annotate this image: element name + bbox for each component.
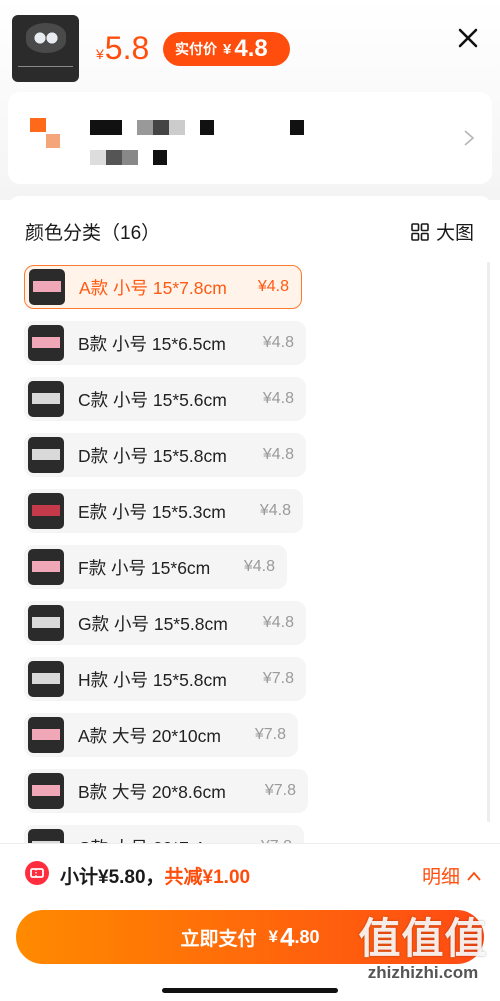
watermark-logo: 值值值 <box>358 915 488 962</box>
subtotal-amount: 小计¥5.80， <box>60 867 165 888</box>
option-name: H款 小号 15*5.8cm <box>78 669 227 690</box>
option-name: B款 小号 15*6.5cm <box>78 333 226 354</box>
option-price: ¥4.8 <box>262 334 294 351</box>
close-button[interactable] <box>454 24 482 52</box>
option-price: ¥7.8 <box>262 670 294 687</box>
option-price: ¥4.8 <box>259 502 291 519</box>
option-item[interactable]: A款 大号 20*10cm ¥7.8 <box>24 713 298 757</box>
price-detail-button[interactable]: 明细 <box>422 862 482 889</box>
discount-amount: 共减¥1.00 <box>164 867 251 888</box>
option-thumbnail <box>28 605 64 641</box>
option-thumbnail <box>28 381 64 417</box>
address-chevron-right-icon <box>462 128 476 148</box>
section-title: 颜色分类（16） <box>25 223 161 244</box>
price-detail-label: 明细 <box>422 867 461 888</box>
pay-now-label: 立即支付 <box>180 928 257 950</box>
option-thumbnail <box>28 773 64 809</box>
redacted-block <box>169 120 185 135</box>
option-price: ¥7.8 <box>264 782 296 799</box>
option-thumbnail <box>28 493 64 529</box>
actual-price-currency: ¥ <box>223 40 232 58</box>
option-item[interactable]: A款 小号 15*7.8cm ¥4.8 <box>24 265 302 309</box>
option-price: ¥4.8 <box>262 390 294 407</box>
option-item[interactable]: D款 小号 15*5.8cm ¥4.8 <box>24 433 306 477</box>
redacted-block <box>137 120 153 135</box>
big-view-label: 大图 <box>436 223 475 244</box>
actual-price-value: 4.8 <box>234 35 268 62</box>
option-name: B款 大号 20*8.6cm <box>78 781 226 802</box>
option-thumbnail <box>28 717 64 753</box>
actual-price-label: 实付价 <box>175 41 217 57</box>
option-price: ¥7.8 <box>254 726 286 743</box>
option-price: ¥4.8 <box>262 446 294 463</box>
option-thumbnail <box>28 437 64 473</box>
home-indicator <box>162 988 338 993</box>
redacted-block <box>290 120 304 135</box>
watermark: 值值值 zhizhizhi.com <box>350 915 496 995</box>
option-name: A款 小号 15*7.8cm <box>79 277 227 298</box>
option-name: G款 小号 15*5.8cm <box>78 613 228 634</box>
option-thumbnail <box>29 269 65 305</box>
coupon-ticket-icon <box>24 860 50 886</box>
subtotal-text: 小计¥5.80，共减¥1.00 <box>60 862 250 889</box>
redacted-block <box>106 150 122 165</box>
original-price: ¥ 5.8 <box>96 30 149 74</box>
redacted-block <box>153 150 167 165</box>
option-item[interactable]: E款 小号 15*5.3cm ¥4.8 <box>24 489 303 533</box>
option-price: ¥4.8 <box>262 614 294 631</box>
address-card[interactable] <box>8 92 492 184</box>
redacted-block <box>200 120 214 135</box>
option-name: D款 小号 15*5.8cm <box>78 445 227 466</box>
product-caption-line <box>18 66 73 76</box>
option-price: ¥4.8 <box>243 558 275 575</box>
option-name: C款 小号 15*5.6cm <box>78 389 227 410</box>
close-icon <box>458 28 478 48</box>
pay-now-decimal: .80 <box>294 926 320 947</box>
option-thumbnail <box>28 661 64 697</box>
option-item[interactable]: H款 小号 15*5.8cm ¥7.8 <box>24 657 306 701</box>
option-thumbnail <box>28 549 64 585</box>
redacted-block <box>90 150 106 165</box>
pay-now-integer: 4 <box>279 921 295 952</box>
price-value: 5.8 <box>104 30 150 66</box>
redacted-block <box>153 120 169 135</box>
product-thumbnail[interactable] <box>12 15 79 82</box>
options-scrollbar[interactable] <box>487 262 490 822</box>
option-item[interactable]: F款 小号 15*6cm ¥4.8 <box>24 545 287 589</box>
price-currency: ¥ <box>96 46 104 62</box>
address-location-icon-part <box>46 134 60 148</box>
product-art <box>26 23 66 53</box>
redacted-block <box>90 120 122 135</box>
grid-icon <box>411 222 429 241</box>
option-item[interactable]: B款 小号 15*6.5cm ¥4.8 <box>24 321 306 365</box>
chevron-up-icon <box>467 871 481 881</box>
option-name: F款 小号 15*6cm <box>78 557 211 578</box>
option-name: E款 小号 15*5.3cm <box>78 501 226 522</box>
actual-price-badge: 实付价 ¥ 4.8 <box>163 32 290 66</box>
option-price: ¥4.8 <box>257 278 289 295</box>
pay-now-currency: ¥ <box>268 927 278 946</box>
big-view-button[interactable]: 大图 <box>410 218 474 245</box>
option-item[interactable]: B款 大号 20*8.6cm ¥7.8 <box>24 769 308 813</box>
option-thumbnail <box>28 325 64 361</box>
watermark-site: zhizhizhi.com <box>367 963 479 982</box>
option-item[interactable]: G款 小号 15*5.8cm ¥4.8 <box>24 601 306 645</box>
option-name: A款 大号 20*10cm <box>78 725 221 746</box>
option-item[interactable]: C款 小号 15*5.6cm ¥4.8 <box>24 377 306 421</box>
redacted-block <box>122 150 138 165</box>
address-location-icon <box>30 118 46 132</box>
